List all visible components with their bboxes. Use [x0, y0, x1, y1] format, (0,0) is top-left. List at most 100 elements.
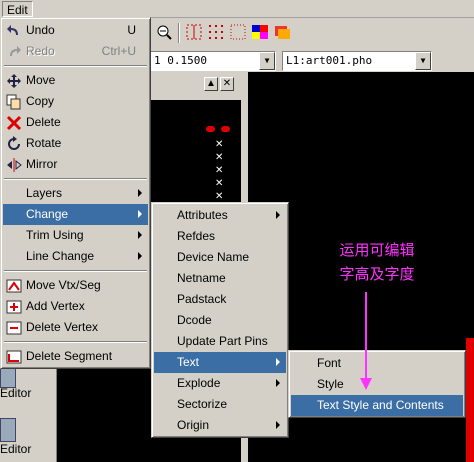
menu-item-copy[interactable]: Copy — [3, 91, 148, 112]
move-vertex-icon — [6, 278, 22, 294]
menu-item-style[interactable]: Style — [291, 374, 463, 395]
menu-item-origin[interactable]: Origin — [154, 415, 286, 436]
menu-item-sectorize[interactable]: Sectorize — [154, 394, 286, 415]
x-marker-icon: ✕ — [215, 165, 224, 176]
menu-separator — [4, 178, 147, 180]
editor-label-2: Editor — [0, 442, 32, 456]
annotation-line-1: 运用可编辑 — [339, 241, 415, 259]
menu-item-add-vertex[interactable]: Add Vertex — [3, 296, 148, 317]
menu-item-label: Explode — [177, 376, 221, 390]
menu-bar: Edit — [0, 0, 474, 18]
menu-item-text-style-and-contents[interactable]: Text Style and Contents — [291, 395, 463, 416]
menu-item-move-vtx-seg[interactable]: Move Vtx/Seg — [3, 275, 148, 296]
menu-item-dcode[interactable]: Dcode — [154, 310, 286, 331]
submenu-arrow-icon — [138, 189, 142, 197]
color-palette-icon[interactable] — [250, 22, 270, 42]
delete-vertex-icon — [6, 320, 22, 336]
file-select-value: L1:art001.pho — [286, 54, 373, 67]
text-submenu: Font Style Text Style and Contents — [288, 350, 466, 418]
menu-item-redo[interactable]: Redo Ctrl+U — [3, 41, 148, 62]
toolbar — [150, 19, 474, 47]
menu-separator — [4, 341, 147, 343]
menu-item-label: Text — [177, 355, 200, 369]
subwindow-controls: ▲ ✕ — [150, 77, 246, 93]
annotation-arrow-line — [365, 292, 367, 380]
menu-item-label: Redo — [26, 44, 55, 58]
x-marker-icon: ✕ — [215, 152, 224, 163]
menu-item-padstack[interactable]: Padstack — [154, 289, 286, 310]
menu-item-label: Add Vertex — [26, 299, 85, 313]
menu-item-delete[interactable]: Delete — [3, 112, 148, 133]
grid-fine-icon[interactable] — [228, 22, 248, 42]
copy-icon — [6, 94, 22, 110]
menu-separator — [4, 65, 147, 67]
menu-item-device-name[interactable]: Device Name — [154, 247, 286, 268]
submenu-arrow-icon — [138, 231, 142, 239]
menu-item-label: Change — [26, 207, 69, 221]
menu-shortcut: Ctrl+U — [101, 44, 136, 58]
editor-icon[interactable] — [0, 418, 16, 442]
chevron-down-icon[interactable]: ▼ — [415, 52, 431, 70]
menu-item-undo[interactable]: Undo U — [3, 20, 148, 41]
layer-select[interactable]: 1 0.1500 ▼ — [150, 51, 276, 71]
move-icon — [6, 73, 22, 89]
delete-segment-icon — [6, 349, 22, 365]
menu-item-rotate[interactable]: Rotate — [3, 133, 148, 154]
zoom-out-icon[interactable] — [154, 22, 174, 42]
menu-item-layers[interactable]: Layers — [3, 183, 148, 204]
change-submenu: Attributes Refdes Device Name Netname Pa… — [151, 202, 289, 438]
menu-shortcut: U — [127, 23, 136, 37]
menu-item-line-change[interactable]: Line Change — [3, 246, 148, 267]
menu-item-label: Trim Using — [26, 228, 84, 242]
x-marker-icon: ✕ — [215, 139, 224, 150]
menu-item-label: Line Change — [26, 249, 95, 263]
menu-item-move[interactable]: Move — [3, 70, 148, 91]
edit-menu: Undo U Redo Ctrl+U Move Copy Delete Rota… — [0, 17, 151, 369]
menu-item-delete-vertex[interactable]: Delete Vertex — [3, 317, 148, 338]
mirror-icon — [6, 157, 22, 173]
menu-item-label: Device Name — [177, 250, 250, 264]
menu-item-attributes[interactable]: Attributes — [154, 205, 286, 226]
menu-item-label: Move — [26, 73, 56, 87]
menu-item-label: Delete Segment — [26, 349, 113, 363]
toolbar-combos: 1 0.1500 ▼ L1:art001.pho ▼ — [150, 51, 474, 71]
menu-item-label: Text Style and Contents — [317, 398, 444, 412]
file-select[interactable]: L1:art001.pho ▼ — [282, 51, 432, 71]
annotation-line-2: 字高及字度 — [339, 265, 415, 283]
menu-item-mirror[interactable]: Mirror — [3, 154, 148, 175]
snap-grid-icon[interactable] — [184, 22, 204, 42]
marker-dot — [221, 126, 230, 132]
menu-item-label: Dcode — [177, 313, 212, 327]
menu-item-text[interactable]: Text — [154, 352, 286, 373]
scroll-up-button[interactable]: ▲ — [204, 77, 218, 91]
menu-item-explode[interactable]: Explode — [154, 373, 286, 394]
menu-item-label: Netname — [177, 271, 226, 285]
grid-dots-icon[interactable] — [206, 22, 226, 42]
menu-item-font[interactable]: Font — [291, 353, 463, 374]
delete-icon — [6, 115, 22, 131]
menu-item-label: Undo — [26, 23, 55, 37]
rotate-icon — [6, 136, 22, 152]
menu-item-change[interactable]: Change — [3, 204, 148, 225]
close-button[interactable]: ✕ — [220, 77, 234, 91]
editor-label-1: Editor — [0, 386, 32, 400]
red-trace — [466, 338, 474, 462]
layer-stack-icon[interactable] — [272, 22, 292, 42]
submenu-arrow-icon — [138, 210, 142, 218]
menu-item-label: Refdes — [177, 229, 216, 243]
menu-item-update-part-pins[interactable]: Update Part Pins — [154, 331, 286, 352]
add-vertex-icon — [6, 299, 22, 315]
layer-select-value: 1 0.1500 — [154, 54, 207, 67]
menu-item-netname[interactable]: Netname — [154, 268, 286, 289]
menu-item-delete-segment[interactable]: Delete Segment — [3, 346, 148, 367]
menu-item-label: Delete — [26, 115, 61, 129]
chevron-down-icon[interactable]: ▼ — [259, 52, 275, 70]
menu-item-label: Mirror — [26, 157, 58, 171]
x-marker-icon: ✕ — [215, 178, 224, 189]
submenu-arrow-icon — [276, 379, 280, 387]
menu-item-trim-using[interactable]: Trim Using — [3, 225, 148, 246]
menu-item-label: Copy — [26, 94, 55, 108]
menu-item-label: Rotate — [26, 136, 62, 150]
menu-item-refdes[interactable]: Refdes — [154, 226, 286, 247]
menu-edit[interactable]: Edit — [2, 1, 33, 17]
